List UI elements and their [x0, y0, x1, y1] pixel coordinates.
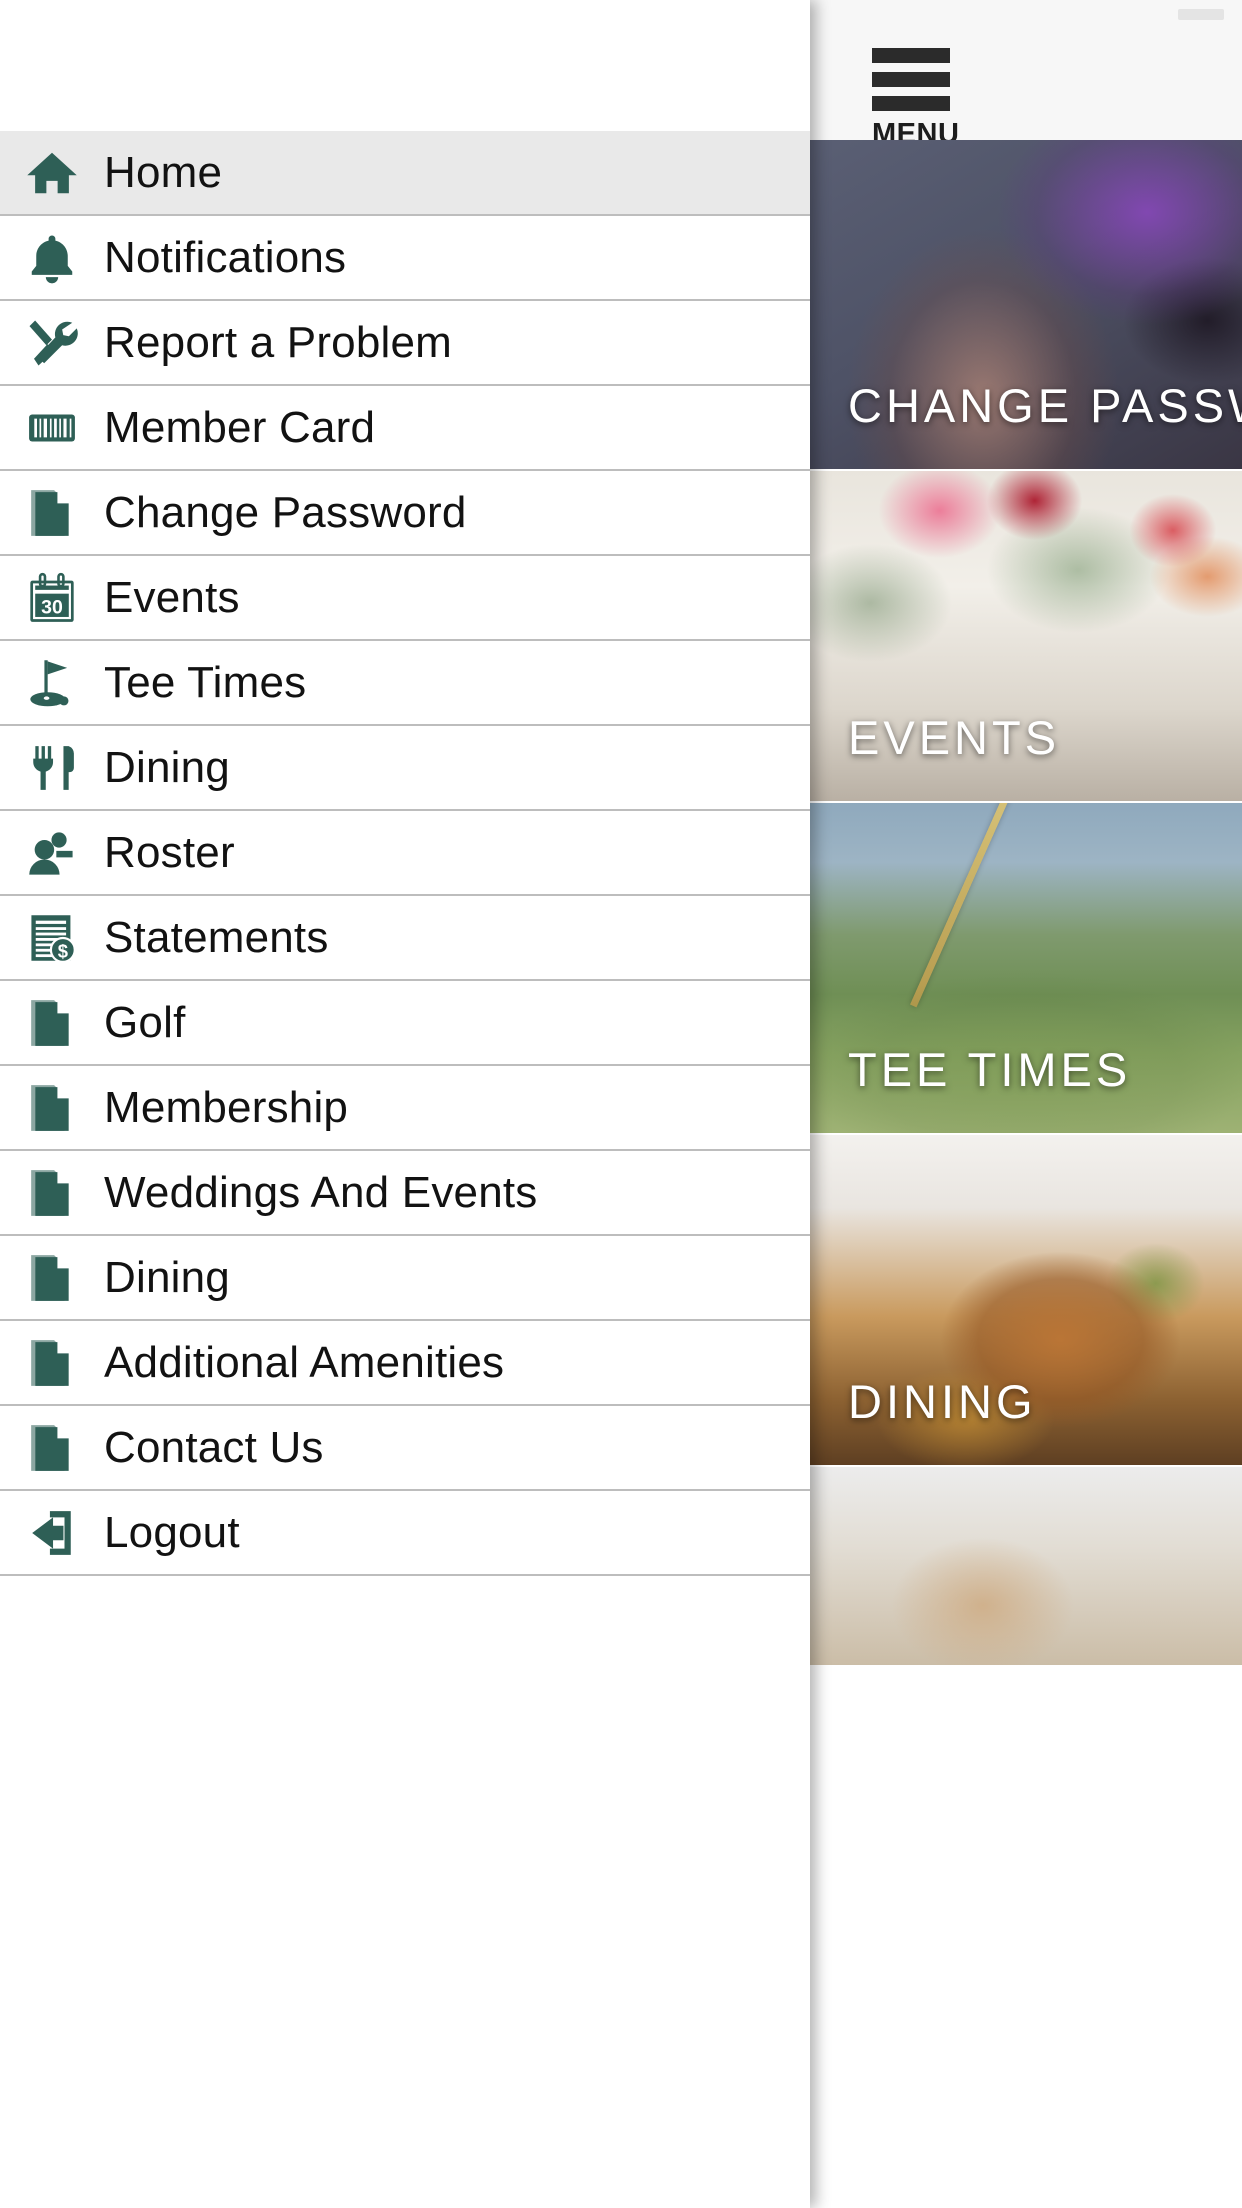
- card-events[interactable]: EVENTS: [810, 471, 1242, 803]
- drawer-menu-list: Home Notifications Report a Problem Member …: [0, 131, 810, 1576]
- card-tee-times[interactable]: TEE TIMES: [810, 803, 1242, 1135]
- document-icon: [0, 488, 104, 538]
- card-tee-times-title: TEE TIMES: [848, 1043, 1132, 1096]
- drawer-item-label: Roster: [104, 827, 235, 877]
- drawer-item-label: Additional Amenities: [104, 1337, 505, 1387]
- barcode-icon: [0, 403, 104, 453]
- hamburger-menu-button[interactable]: MENU: [872, 48, 964, 149]
- card-events-title: EVENTS: [848, 711, 1061, 764]
- drawer-item-label: Contact Us: [104, 1422, 324, 1472]
- drawer-item-contact-us[interactable]: Contact Us: [0, 1406, 810, 1491]
- drawer-top-spacer: [0, 0, 810, 131]
- document-icon: [0, 1168, 104, 1218]
- drawer-item-statements[interactable]: Statements: [0, 896, 810, 981]
- drawer-item-label: Logout: [104, 1507, 240, 1557]
- drawer-item-dining[interactable]: Dining: [0, 1236, 810, 1321]
- document-icon: [0, 1423, 104, 1473]
- card-dining-title: DINING: [848, 1375, 1037, 1428]
- drawer-item-label: Change Password: [104, 487, 467, 537]
- home-icon: [0, 146, 104, 200]
- drawer-item-roster[interactable]: Roster: [0, 811, 810, 896]
- drawer-item-events[interactable]: Events: [0, 556, 810, 641]
- card-change-password-title: CHANGE PASSWORD: [848, 379, 1242, 432]
- drawer-item-member-card[interactable]: Member Card: [0, 386, 810, 471]
- drawer-item-notifications[interactable]: Notifications: [0, 216, 810, 301]
- drawer-item-label: Notifications: [104, 232, 347, 282]
- drawer-item-report-a-problem[interactable]: Report a Problem: [0, 301, 810, 386]
- drawer-item-label: Dining: [104, 1252, 230, 1302]
- drawer-item-label: Dining: [104, 742, 230, 792]
- drawer-item-label: Membership: [104, 1082, 349, 1132]
- drawer-item-label: Golf: [104, 997, 186, 1047]
- golf-flag-icon: [0, 657, 104, 709]
- document-icon: [0, 1338, 104, 1388]
- drawer-item-change-password[interactable]: Change Password: [0, 471, 810, 556]
- drawer-item-membership[interactable]: Membership: [0, 1066, 810, 1151]
- drawer-item-label: Statements: [104, 912, 329, 962]
- drawer-item-dining[interactable]: Dining: [0, 726, 810, 811]
- drawer-item-golf[interactable]: Golf: [0, 981, 810, 1066]
- document-icon: [0, 1253, 104, 1303]
- calendar-30-icon: [0, 572, 104, 624]
- navigation-drawer: Home Notifications Report a Problem Member …: [0, 0, 810, 2208]
- drawer-item-label: Report a Problem: [104, 317, 453, 367]
- drawer-item-additional-amenities[interactable]: Additional Amenities: [0, 1321, 810, 1406]
- drawer-item-label: Tee Times: [104, 657, 307, 707]
- app-header: MENU: [810, 0, 1242, 149]
- card-dining[interactable]: DINING: [810, 1135, 1242, 1467]
- card-next-partial-image: [810, 1467, 1242, 1665]
- drawer-item-label: Weddings And Events: [104, 1167, 538, 1217]
- drawer-item-label: Member Card: [104, 402, 376, 452]
- hamburger-icon: [872, 48, 950, 63]
- status-bar: [810, 0, 1242, 26]
- drawer-item-tee-times[interactable]: Tee Times: [0, 641, 810, 726]
- hamburger-icon-bar-2: [872, 72, 950, 87]
- drawer-item-label: Events: [104, 572, 240, 622]
- card-change-password[interactable]: CHANGE PASSWORD: [810, 140, 1242, 471]
- drawer-item-logout[interactable]: Logout: [0, 1491, 810, 1576]
- logout-icon: [0, 1508, 104, 1558]
- cutlery-icon: [0, 743, 104, 793]
- drawer-item-label: Home: [104, 147, 223, 197]
- bell-icon: [0, 231, 104, 285]
- status-bar-indicator: [1178, 9, 1224, 20]
- hamburger-icon-bar-3: [872, 96, 950, 111]
- people-icon: [0, 827, 104, 879]
- drawer-item-home[interactable]: Home: [0, 131, 810, 216]
- card-next-partial[interactable]: [810, 1467, 1242, 1667]
- app-root: MENU CHANGE PASSWORD EVENTS TEE TIMES DI…: [0, 0, 1242, 2208]
- document-icon: [0, 998, 104, 1048]
- document-icon: [0, 1083, 104, 1133]
- main-content: MENU CHANGE PASSWORD EVENTS TEE TIMES DI…: [810, 0, 1242, 2208]
- drawer-item-weddings-and-events[interactable]: Weddings And Events: [0, 1151, 810, 1236]
- tools-icon: [0, 316, 104, 370]
- invoice-dollar-icon: [0, 912, 104, 964]
